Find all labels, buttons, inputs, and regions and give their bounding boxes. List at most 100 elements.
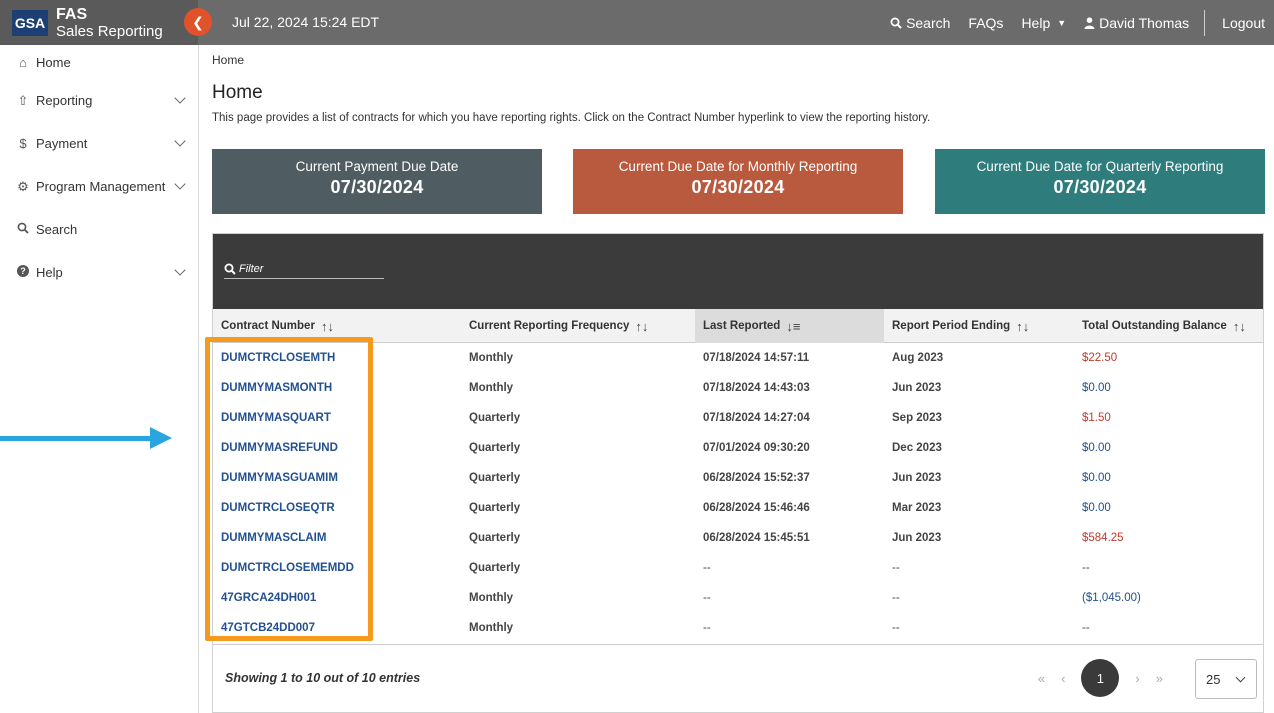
gear-icon: ⚙ <box>17 178 29 194</box>
sidebar-item-help[interactable]: ? Help <box>0 251 198 294</box>
question-icon: ? <box>14 265 32 280</box>
main-content: Home Home This page provides a list of c… <box>199 45 1274 713</box>
page-size-select[interactable]: 25 <box>1195 659 1257 699</box>
contract-number-link[interactable]: DUMMYMASQUART <box>213 403 461 433</box>
contract-number-link[interactable]: DUMMYMASGUAMIM <box>213 463 461 493</box>
sidebar-item-program-management[interactable]: ⚙ Program Management <box>0 165 198 208</box>
chevron-down-icon <box>1235 672 1246 683</box>
card-title: Current Due Date for Quarterly Reporting <box>976 159 1224 174</box>
table-row: DUMCTRCLOSEMEMDD Quarterly -- -- -- <box>213 553 1263 583</box>
column-header-label: Last Reported <box>703 320 781 332</box>
contract-number-link[interactable]: DUMCTRCLOSEQTR <box>213 493 461 523</box>
contract-number-link[interactable]: 47GTCB24DD007 <box>213 613 461 643</box>
column-header-report-period-ending[interactable]: Report Period Ending ↑↓ <box>884 309 1074 343</box>
table-cell: 06/28/2024 15:52:37 <box>703 472 810 484</box>
table-cell: Jun 2023 <box>892 472 942 484</box>
sidebar-item-label: Home <box>36 54 71 70</box>
nav-help-dropdown[interactable]: Help ▼ <box>1012 15 1075 31</box>
chevron-down-icon <box>174 92 186 104</box>
contract-number-link[interactable]: DUMMYMASMONTH <box>213 373 461 403</box>
card-title: Current Payment Due Date <box>295 159 459 174</box>
payment-due-card: Current Payment Due Date 07/30/2024 <box>212 149 542 214</box>
annotation-arrow-shaft <box>0 436 152 441</box>
balance-cell: -- <box>1082 562 1090 574</box>
column-header-outstanding-balance[interactable]: Total Outstanding Balance ↑↓ <box>1074 309 1263 343</box>
sidebar-item-label: Search <box>36 222 78 237</box>
contracts-table: Filter Contract Number ↑↓ Current Report… <box>212 233 1264 713</box>
nav-faqs-link[interactable]: FAQs <box>959 15 1012 31</box>
annotation-arrow-icon <box>150 427 172 449</box>
balance-cell: $0.00 <box>1082 502 1111 514</box>
sidebar-item-label: Payment <box>36 136 88 151</box>
table-row: 47GTCB24DD007 Monthly -- -- -- <box>213 613 1263 643</box>
table-cell: Aug 2023 <box>892 352 944 364</box>
nav-search-link[interactable]: Search <box>881 15 959 31</box>
sidebar-item-home[interactable]: ⌂ Home <box>0 45 198 79</box>
table-row: DUMMYMASREFUND Quarterly 07/01/2024 09:30:… <box>213 433 1263 463</box>
search-icon <box>224 263 236 275</box>
table-cell: 07/18/2024 14:57:11 <box>703 352 810 364</box>
nav-search-label: Search <box>906 14 951 31</box>
top-bar: GSA FAS Sales Reporting ❮ Jul 22, 2024 1… <box>0 0 1274 45</box>
table-row: DUMCTRCLOSEMTH Monthly 07/18/2024 14:57:11… <box>213 343 1263 373</box>
table-cell: Mar 2023 <box>892 502 942 514</box>
balance-cell: $0.00 <box>1082 472 1111 484</box>
table-cell: -- <box>703 592 711 604</box>
page-title: Home <box>212 82 263 103</box>
column-header-last-reported[interactable]: Last Reported ↓≡ <box>695 309 884 343</box>
table-header: Contract Number ↑↓ Current Reporting Fre… <box>213 309 1263 343</box>
page-button-current[interactable]: 1 <box>1081 659 1120 697</box>
dollar-icon: $ <box>19 136 27 151</box>
contract-number-link[interactable]: 47GRCA24DH001 <box>213 583 461 613</box>
collapse-sidebar-button[interactable]: ❮ <box>184 8 212 36</box>
current-datetime: Jul 22, 2024 15:24 EDT <box>232 14 380 30</box>
column-header-label: Total Outstanding Balance <box>1082 320 1227 332</box>
next-page-button[interactable]: › <box>1135 671 1139 686</box>
nav-user-name: David Thomas <box>1099 14 1190 31</box>
table-toolbar: Filter <box>213 234 1263 309</box>
chevron-left-icon: ❮ <box>192 13 204 30</box>
search-icon <box>14 222 32 237</box>
app-logo[interactable]: GSA FAS Sales Reporting <box>0 0 198 45</box>
column-header-reporting-frequency[interactable]: Current Reporting Frequency ↑↓ <box>461 309 695 343</box>
nav-user-menu[interactable]: David Thomas <box>1075 15 1198 31</box>
app-name-title: FAS <box>56 5 88 23</box>
table-cell: Monthly <box>469 382 514 394</box>
chevron-down-icon <box>174 178 186 190</box>
contract-number-link[interactable]: DUMCTRCLOSEMEMDD <box>213 553 461 583</box>
logout-link[interactable]: Logout <box>1213 15 1274 31</box>
first-page-button[interactable]: « <box>1038 671 1045 686</box>
contract-number-link[interactable]: DUMCTRCLOSEMTH <box>213 343 461 373</box>
sidebar-item-payment[interactable]: $ Payment <box>0 122 198 165</box>
sort-icon: ↑↓ <box>1232 318 1246 334</box>
table-body: DUMCTRCLOSEMTH Monthly 07/18/2024 14:57:11… <box>213 343 1263 643</box>
table-row: DUMMYMASMONTH Monthly 07/18/2024 14:43:03 J… <box>213 373 1263 403</box>
column-header-contract-number[interactable]: Contract Number ↑↓ <box>213 309 461 343</box>
sidebar-item-search[interactable]: Search <box>0 208 198 251</box>
column-header-label: Contract Number <box>221 320 315 332</box>
balance-cell: $1.50 <box>1082 412 1111 424</box>
sort-icon: ↑↓ <box>635 318 649 334</box>
previous-page-button[interactable]: ‹ <box>1061 671 1065 686</box>
home-icon: ⌂ <box>19 54 27 70</box>
contract-number-link[interactable]: DUMMYMASCLAIM <box>213 523 461 553</box>
monthly-reporting-due-card: Current Due Date for Monthly Reporting 0… <box>573 149 903 214</box>
card-title: Current Due Date for Monthly Reporting <box>618 159 858 174</box>
pagination: « ‹ 1 › » <box>1038 659 1163 697</box>
caret-down-icon: ▼ <box>1057 17 1067 28</box>
filter-placeholder: Filter <box>239 262 264 275</box>
contract-number-link[interactable]: DUMMYMASREFUND <box>213 433 461 463</box>
table-cell: -- <box>892 562 900 574</box>
table-cell: Monthly <box>469 352 514 364</box>
nav-divider <box>1204 9 1206 36</box>
breadcrumb[interactable]: Home <box>212 53 244 67</box>
table-row: DUMMYMASQUART Quarterly 07/18/2024 14:27:0… <box>213 403 1263 433</box>
balance-cell: $0.00 <box>1082 442 1111 454</box>
table-row: DUMMYMASGUAMIM Quarterly 06/28/2024 15:52:… <box>213 463 1263 493</box>
sidebar-item-reporting[interactable]: ⇧ Reporting <box>0 79 198 122</box>
filter-input[interactable]: Filter <box>224 259 384 279</box>
last-page-button[interactable]: » <box>1156 671 1163 686</box>
table-row: DUMCTRCLOSEQTR Quarterly 06/28/2024 15:46:… <box>213 493 1263 523</box>
table-cell: Quarterly <box>469 532 521 544</box>
table-cell: Quarterly <box>469 412 521 424</box>
